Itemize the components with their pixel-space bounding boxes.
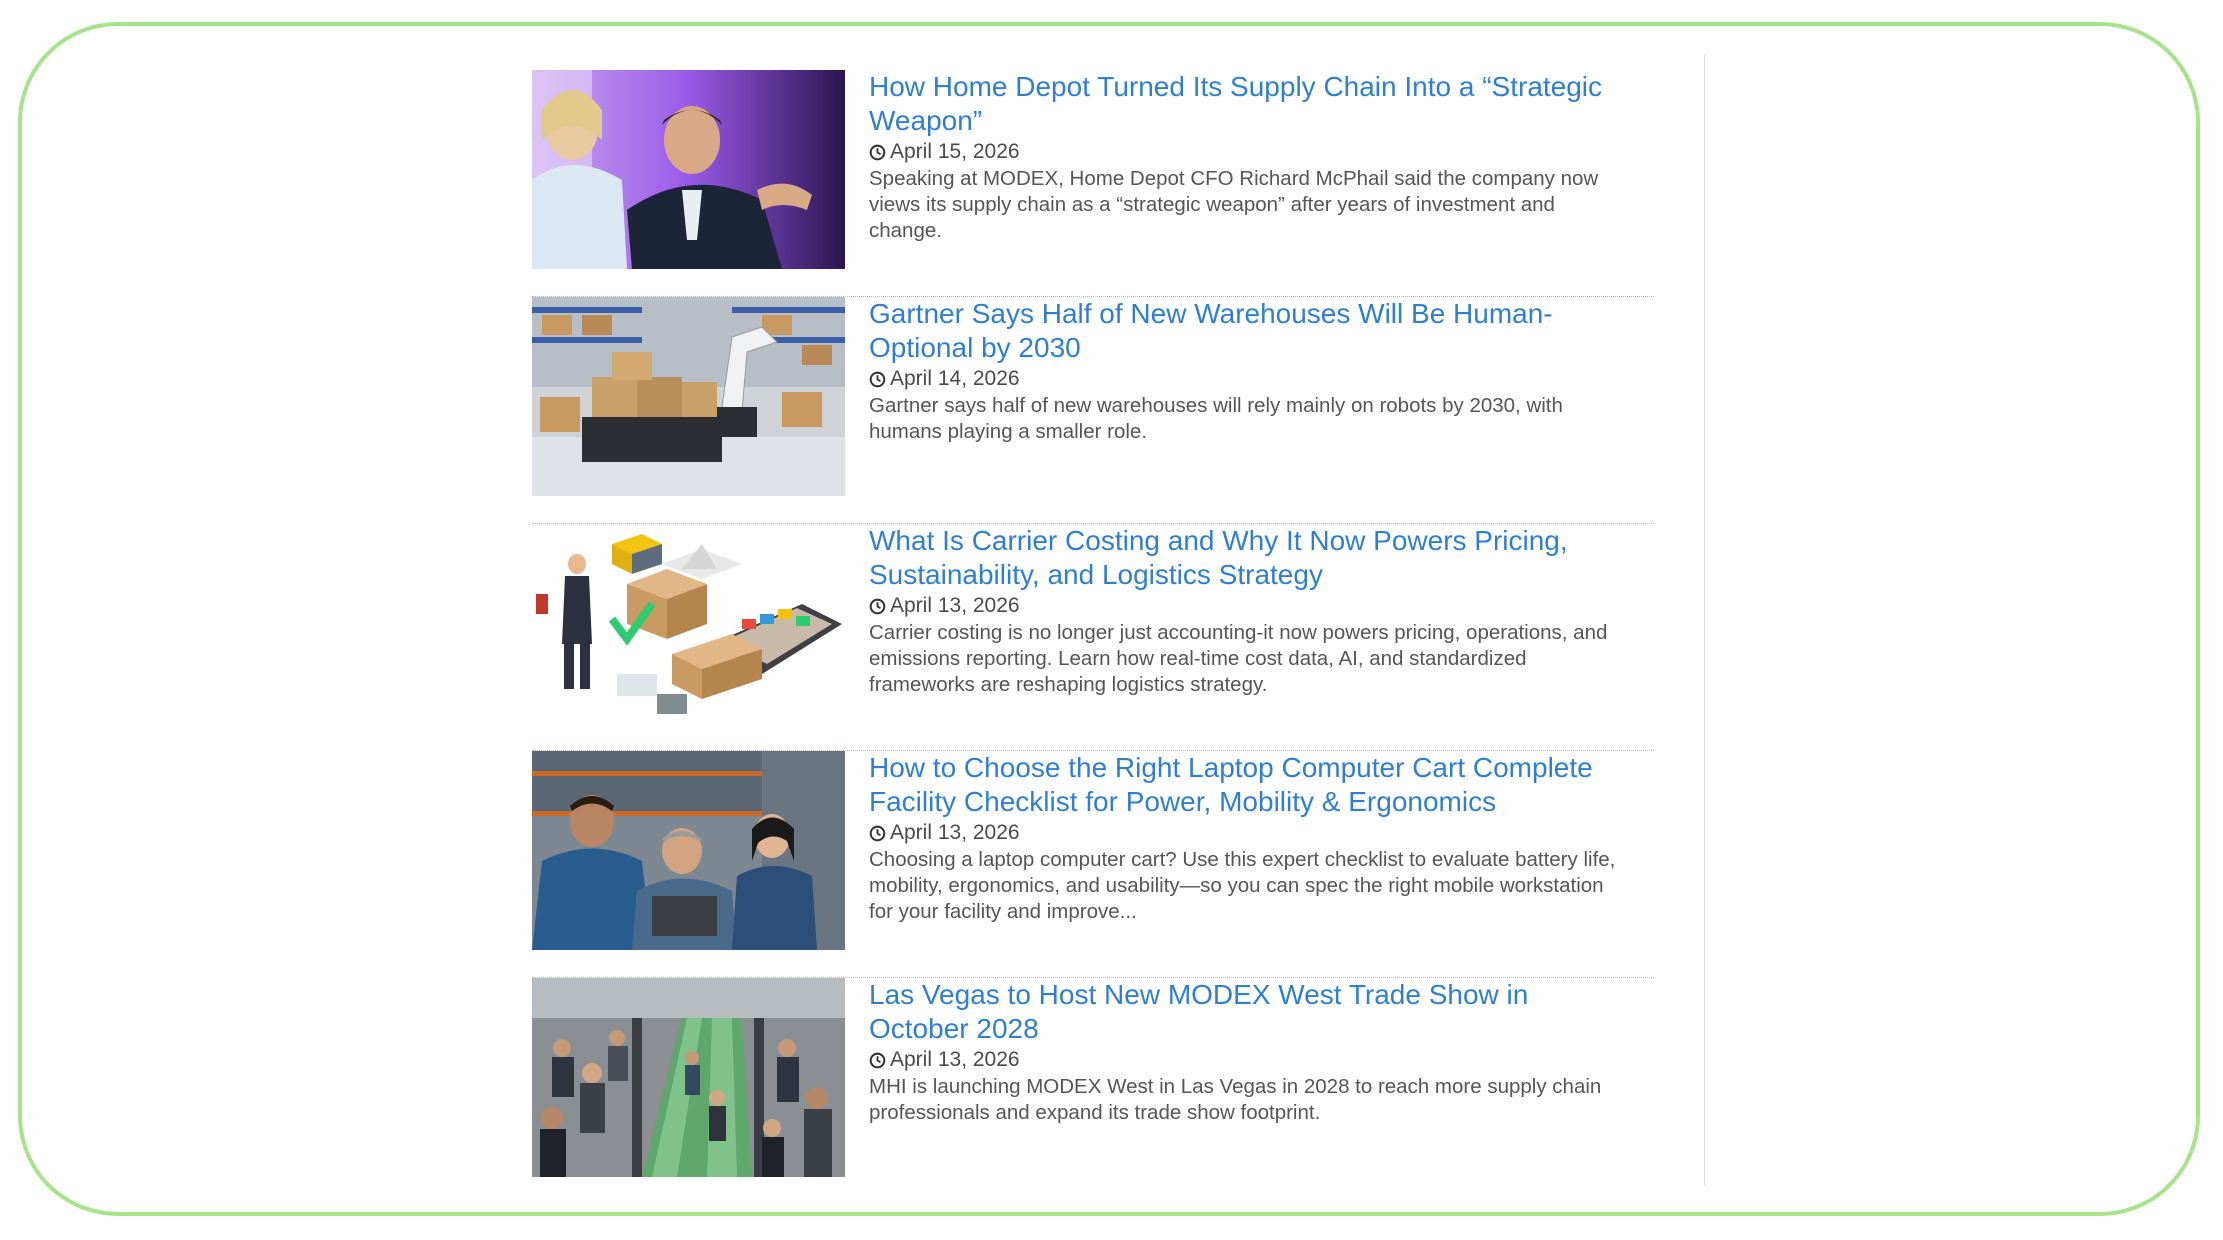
article-summary: Choosing a laptop computer cart? Use thi… xyxy=(869,848,1616,923)
article-title-link[interactable]: How Home Depot Turned Its Supply Chain I… xyxy=(869,70,1629,138)
column-divider xyxy=(1704,55,1705,1185)
article-title-link[interactable]: What Is Carrier Costing and Why It Now P… xyxy=(869,524,1629,592)
article-date: April 13, 2026 xyxy=(869,593,1629,619)
article-date-text: April 14, 2026 xyxy=(890,367,1020,390)
article-item: Las Vegas to Host New MODEX West Trade S… xyxy=(532,978,1654,1205)
article-item: How to Choose the Right Laptop Computer … xyxy=(532,751,1654,978)
article-item: How Home Depot Turned Its Supply Chain I… xyxy=(532,70,1654,297)
article-date: April 15, 2026 xyxy=(869,139,1629,165)
article-list: How Home Depot Turned Its Supply Chain I… xyxy=(532,70,1654,1205)
clock-icon xyxy=(869,1052,886,1068)
article-date: April 13, 2026 xyxy=(869,1047,1629,1073)
article-thumbnail[interactable] xyxy=(532,978,845,1177)
clock-icon xyxy=(869,825,886,841)
article-summary: MHI is launching MODEX West in Las Vegas… xyxy=(869,1075,1602,1124)
article-title-link[interactable]: How to Choose the Right Laptop Computer … xyxy=(869,751,1629,819)
article-summary: Speaking at MODEX, Home Depot CFO Richar… xyxy=(869,167,1599,242)
article-item: Gartner Says Half of New Warehouses Will… xyxy=(532,297,1654,524)
article-thumbnail[interactable] xyxy=(532,524,845,723)
article-item: What Is Carrier Costing and Why It Now P… xyxy=(532,524,1654,751)
clock-icon xyxy=(869,598,886,614)
article-date: April 13, 2026 xyxy=(869,820,1629,846)
clock-icon xyxy=(869,371,886,387)
article-date: April 14, 2026 xyxy=(869,366,1629,392)
article-title-link[interactable]: Las Vegas to Host New MODEX West Trade S… xyxy=(869,978,1629,1046)
article-date-text: April 13, 2026 xyxy=(890,594,1020,617)
article-summary: Carrier costing is no longer just accoun… xyxy=(869,621,1608,696)
article-thumbnail[interactable] xyxy=(532,297,845,496)
article-date-text: April 15, 2026 xyxy=(890,140,1020,163)
clock-icon xyxy=(869,144,886,160)
article-thumbnail[interactable] xyxy=(532,70,845,269)
article-summary: Gartner says half of new warehouses will… xyxy=(869,394,1563,443)
article-title-link[interactable]: Gartner Says Half of New Warehouses Will… xyxy=(869,297,1629,365)
article-date-text: April 13, 2026 xyxy=(890,821,1020,844)
article-thumbnail[interactable] xyxy=(532,751,845,950)
article-date-text: April 13, 2026 xyxy=(890,1048,1020,1071)
